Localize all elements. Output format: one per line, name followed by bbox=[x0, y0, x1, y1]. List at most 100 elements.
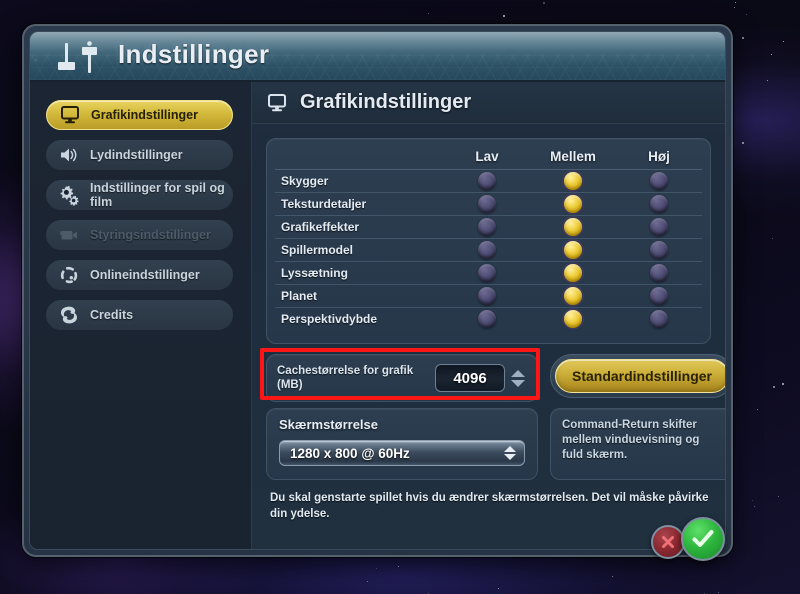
sidebar-item-label: Indstillinger for spil og film bbox=[90, 181, 225, 209]
camera-icon bbox=[60, 231, 77, 240]
quality-cell bbox=[444, 218, 530, 236]
default-settings-button-label: Standardindstillinger bbox=[555, 359, 725, 393]
window-title: Indstillinger bbox=[118, 39, 270, 69]
default-settings-button[interactable]: Standardindstillinger bbox=[550, 354, 725, 398]
quality-row-label: Planet bbox=[281, 289, 318, 303]
window-titlebar: Indstillinger bbox=[30, 32, 725, 82]
radio-lav[interactable] bbox=[478, 241, 496, 259]
cache-size-label: Cachestørrelse for grafik (MB) bbox=[277, 365, 414, 391]
monitor-icon bbox=[268, 93, 286, 111]
sidebar-item-credits[interactable]: Credits bbox=[46, 300, 233, 330]
radio-mellem[interactable] bbox=[564, 264, 582, 282]
quality-cell bbox=[444, 287, 530, 305]
radio-mellem[interactable] bbox=[564, 241, 582, 259]
quality-cell bbox=[444, 195, 530, 213]
screen-size-title: Skærmstørrelse bbox=[279, 417, 378, 432]
quality-row-label: Lyssætning bbox=[281, 266, 348, 280]
sidebar-item-label: Lydindstillinger bbox=[90, 148, 183, 162]
sidebar-item-sound[interactable]: Lydindstillinger bbox=[46, 140, 233, 170]
cancel-button[interactable] bbox=[651, 525, 685, 559]
column-header-high: Høj bbox=[648, 148, 670, 164]
quality-table-header: Lav Mellem Høj bbox=[275, 143, 702, 169]
quality-cell bbox=[444, 172, 530, 190]
sidebar-item-controls[interactable]: Styringsindstillinger bbox=[46, 220, 233, 250]
quality-cell bbox=[444, 241, 530, 259]
column-header-medium: Mellem bbox=[550, 148, 596, 164]
quality-cell bbox=[530, 310, 616, 328]
radio-lav[interactable] bbox=[478, 172, 496, 190]
quality-row-label: Teksturdetaljer bbox=[281, 197, 367, 211]
radio-høj[interactable] bbox=[650, 218, 668, 236]
sidebar-item-online[interactable]: Onlineindstillinger bbox=[46, 260, 233, 290]
quality-cell bbox=[444, 264, 530, 282]
sidebar-item-game-and-film[interactable]: Indstillinger for spil og film bbox=[46, 180, 233, 210]
gears-icon bbox=[60, 185, 79, 206]
content-header: Grafikindstillinger bbox=[252, 82, 725, 124]
stepper-up-icon[interactable] bbox=[504, 446, 516, 452]
cache-size-stepper[interactable] bbox=[511, 363, 527, 393]
quality-cell bbox=[530, 172, 616, 190]
spiral-icon bbox=[60, 306, 78, 324]
stepper-down-icon[interactable] bbox=[511, 379, 525, 387]
table-row: Skygger bbox=[275, 169, 702, 192]
radio-mellem[interactable] bbox=[564, 195, 582, 213]
table-row: Lyssætning bbox=[275, 261, 702, 284]
quality-cell bbox=[616, 241, 702, 259]
quality-cell bbox=[530, 241, 616, 259]
table-row: Grafikeffekter bbox=[275, 215, 702, 238]
content-title: Grafikindstillinger bbox=[300, 91, 472, 113]
stepper-up-icon[interactable] bbox=[511, 369, 525, 377]
radio-lav[interactable] bbox=[478, 218, 496, 236]
sidebar-item-graphics[interactable]: Grafikindstillinger bbox=[46, 100, 233, 130]
quality-table-body: Skygger Teksturdetaljer Grafikeffekter Spil… bbox=[275, 169, 702, 330]
ok-button[interactable] bbox=[681, 517, 725, 561]
radio-lav[interactable] bbox=[478, 195, 496, 213]
window-body: Grafikindstillinger Lydindstillinger Ind… bbox=[30, 82, 725, 549]
quality-cell bbox=[530, 195, 616, 213]
quality-cell bbox=[616, 195, 702, 213]
radio-høj[interactable] bbox=[650, 264, 668, 282]
quality-settings-table: Lav Mellem Høj Skygger Teksturdetaljer Gra… bbox=[266, 138, 711, 344]
radio-høj[interactable] bbox=[650, 195, 668, 213]
table-row: Planet bbox=[275, 284, 702, 307]
radio-mellem[interactable] bbox=[564, 310, 582, 328]
radio-lav[interactable] bbox=[478, 310, 496, 328]
radio-høj[interactable] bbox=[650, 287, 668, 305]
radio-mellem[interactable] bbox=[564, 218, 582, 236]
radio-høj[interactable] bbox=[650, 241, 668, 259]
radio-mellem[interactable] bbox=[564, 172, 582, 190]
table-row: Teksturdetaljer bbox=[275, 192, 702, 215]
sidebar-item-label: Grafikindstillinger bbox=[91, 108, 198, 122]
sidebar-item-label: Onlineindstillinger bbox=[90, 268, 200, 282]
sidebar-item-label: Styringsindstillinger bbox=[90, 228, 211, 242]
radio-høj[interactable] bbox=[650, 310, 668, 328]
fullscreen-hint-panel: Command-Return skifter mellem vinduevisn… bbox=[550, 408, 725, 480]
quality-row-label: Perspektivdybde bbox=[281, 312, 378, 326]
cache-size-input[interactable]: 4096 bbox=[435, 364, 505, 392]
stepper-down-icon[interactable] bbox=[504, 454, 516, 460]
radio-lav[interactable] bbox=[478, 287, 496, 305]
radio-høj[interactable] bbox=[650, 172, 668, 190]
close-x-icon bbox=[662, 536, 674, 548]
quality-cell bbox=[530, 264, 616, 282]
quality-cell bbox=[616, 172, 702, 190]
settings-sidebar: Grafikindstillinger Lydindstillinger Ind… bbox=[30, 82, 252, 549]
quality-cell bbox=[616, 310, 702, 328]
quality-row-label: Spillermodel bbox=[281, 243, 354, 257]
resolution-dropdown-arrows[interactable] bbox=[504, 446, 518, 460]
sidebar-item-label: Credits bbox=[90, 308, 134, 322]
settings-window: Indstillinger Grafikindstillinger Lydind… bbox=[22, 24, 733, 557]
graphics-cache-setting: Cachestørrelse for grafik (MB) 4096 bbox=[266, 354, 538, 402]
quality-cell bbox=[444, 310, 530, 328]
network-icon bbox=[60, 266, 78, 284]
resolution-dropdown[interactable]: 1280 x 800 @ 60Hz bbox=[279, 440, 525, 466]
quality-cell bbox=[616, 287, 702, 305]
sliders-icon bbox=[58, 41, 97, 73]
settings-content-panel: Grafikindstillinger Lav Mellem Høj Skygg… bbox=[252, 82, 725, 549]
radio-mellem[interactable] bbox=[564, 287, 582, 305]
radio-lav[interactable] bbox=[478, 264, 496, 282]
quality-row-label: Skygger bbox=[281, 174, 329, 188]
quality-cell bbox=[616, 218, 702, 236]
checkmark-icon bbox=[692, 530, 714, 547]
column-header-low: Lav bbox=[475, 148, 499, 164]
